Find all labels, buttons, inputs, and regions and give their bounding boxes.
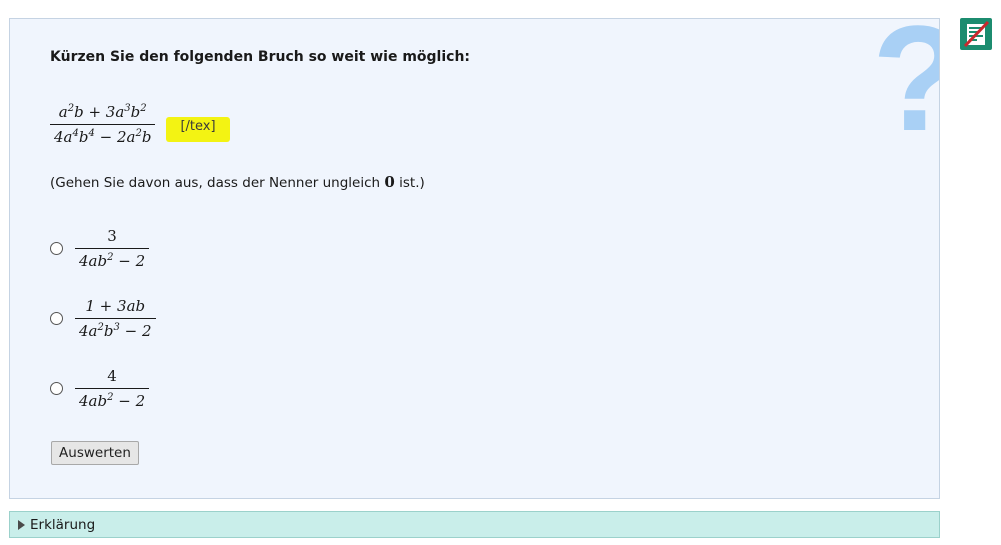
- answer-fraction: 4 4ab2 − 2: [75, 367, 150, 410]
- answer-option-1[interactable]: 3 4ab2 − 2: [50, 227, 150, 270]
- answer-option-2[interactable]: 1 + 3ab 4a2b3 − 2: [50, 297, 156, 340]
- explanation-label: Erklärung: [30, 516, 96, 533]
- triangle-right-icon: [18, 519, 25, 530]
- denominator-note: (Gehen Sie davon aus, dass der Nenner un…: [50, 173, 425, 191]
- answer-fraction: 3 4ab2 − 2: [75, 227, 150, 270]
- tex-marker: [/tex]: [166, 117, 230, 142]
- quiz-panel: ? Kürzen Sie den folgenden Bruch so weit…: [9, 18, 940, 499]
- fraction-denominator: 4a4b4 − 2a2b: [50, 124, 156, 146]
- fraction-numerator: a2b + 3a3b2: [58, 103, 147, 121]
- answer-fraction: 1 + 3ab 4a2b3 − 2: [75, 297, 156, 340]
- answer-option-3[interactable]: 4 4ab2 − 2: [50, 367, 150, 410]
- evaluate-button[interactable]: Auswerten: [51, 441, 139, 465]
- question-prompt: Kürzen Sie den folgenden Bruch so weit w…: [50, 49, 471, 65]
- question-mark-icon: ?: [872, 19, 939, 153]
- answer-radio[interactable]: [50, 312, 63, 325]
- notes-disabled-icon[interactable]: [960, 18, 992, 50]
- answer-radio[interactable]: [50, 382, 63, 395]
- answer-radio[interactable]: [50, 242, 63, 255]
- question-fraction: a2b + 3a3b2 4a4b4 − 2a2b: [50, 103, 156, 146]
- explanation-toggle[interactable]: Erklärung: [9, 511, 940, 538]
